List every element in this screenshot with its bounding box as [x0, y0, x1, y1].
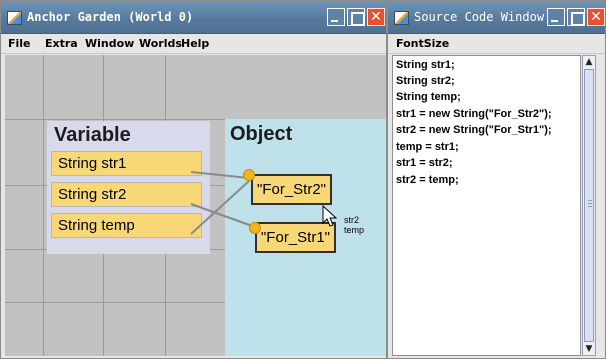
scroll-down-arrow-icon[interactable]: ▼ — [583, 343, 595, 355]
anchor-dot-for-str1[interactable] — [249, 222, 261, 234]
code-line: String str2; — [396, 75, 455, 87]
vertical-scrollbar[interactable]: ▲ ▼ — [582, 55, 596, 356]
reference-tooltip: str2 temp — [344, 215, 364, 235]
scroll-thumb[interactable] — [584, 69, 594, 342]
scroll-up-arrow-icon[interactable]: ▲ — [583, 56, 595, 68]
code-line: str2 = new String("For_Str1"); — [396, 124, 552, 136]
close-button[interactable]: ✕ — [587, 8, 605, 26]
code-line: str2 = temp; — [396, 174, 459, 186]
arrow-str2 — [190, 203, 256, 228]
world-canvas[interactable]: Variable String str1 String str2 String … — [5, 55, 386, 356]
tooltip-line-temp: temp — [344, 225, 365, 235]
source-code-window: Source Code Window ✕ FontSize String str… — [387, 0, 606, 359]
minimize-button[interactable] — [547, 8, 565, 26]
tooltip-line-str2: str2 — [344, 215, 360, 225]
source-code-area[interactable]: String str1; String str2; String temp; s… — [392, 55, 581, 356]
anchor-dot-for-str2[interactable] — [243, 169, 255, 181]
code-line: str1 = str2; — [396, 157, 453, 169]
minimize-icon — [328, 9, 344, 25]
menu-fontsize[interactable]: FontSize — [396, 37, 449, 50]
anchor-garden-window: Anchor Garden (World 0) ✕ File Extra Win… — [0, 0, 387, 359]
close-button[interactable]: ✕ — [367, 8, 385, 26]
java-cup-icon — [394, 11, 409, 25]
thumb-grip — [588, 206, 592, 207]
maximize-icon — [348, 9, 365, 26]
main-window-title: Anchor Garden (World 0) — [27, 10, 194, 24]
code-line: String str1; — [396, 59, 455, 71]
code-line: String temp; — [396, 91, 461, 103]
java-cup-icon — [7, 11, 22, 25]
maximize-button[interactable] — [567, 8, 585, 26]
main-titlebar[interactable]: Anchor Garden (World 0) ✕ — [1, 1, 386, 34]
main-menubar: File Extra Window Worlds Help — [1, 34, 386, 54]
menu-window[interactable]: Window — [85, 37, 134, 50]
menu-help[interactable]: Help — [181, 37, 209, 50]
pointer-cursor-icon — [322, 205, 338, 227]
code-line: temp = str1; — [396, 141, 459, 153]
thumb-grip — [588, 203, 592, 204]
minimize-button[interactable] — [327, 8, 345, 26]
maximize-button[interactable] — [347, 8, 365, 26]
source-titlebar[interactable]: Source Code Window ✕ — [388, 1, 605, 34]
maximize-icon — [568, 9, 585, 26]
close-icon: ✕ — [370, 9, 382, 25]
code-line: str1 = new String("For_Str2"); — [396, 108, 552, 120]
source-window-title: Source Code Window — [414, 10, 545, 24]
menu-file[interactable]: File — [8, 37, 31, 50]
close-icon: ✕ — [590, 9, 602, 25]
menu-extra[interactable]: Extra — [45, 37, 78, 50]
thumb-grip — [588, 200, 592, 201]
arrow-str1 — [190, 171, 250, 179]
minimize-icon — [548, 9, 564, 25]
source-menubar: FontSize — [388, 34, 605, 54]
menu-worlds[interactable]: Worlds — [139, 37, 182, 50]
